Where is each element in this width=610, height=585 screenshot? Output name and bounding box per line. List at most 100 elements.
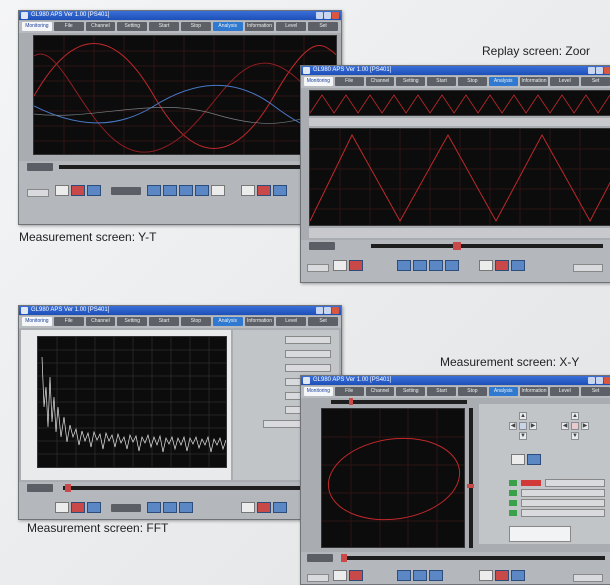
close-icon[interactable] bbox=[332, 12, 339, 19]
menu-item-analysis[interactable]: Analysis bbox=[212, 22, 243, 31]
menu-item-stop[interactable]: Stop bbox=[180, 22, 211, 31]
zoom-time-scrollbar[interactable] bbox=[371, 244, 603, 248]
menu-item-setting[interactable]: Setting bbox=[117, 317, 148, 326]
xy-display-mode[interactable] bbox=[307, 574, 329, 582]
zoom-apply-button[interactable] bbox=[573, 264, 603, 272]
xy-channel-row-2[interactable] bbox=[521, 489, 605, 497]
menu-item-file[interactable]: File bbox=[53, 22, 84, 31]
print-icon[interactable] bbox=[241, 502, 255, 513]
menu-item-information[interactable]: Information bbox=[244, 22, 275, 31]
title-bar[interactable]: GL980 APS Ver 1.00 [PS401] bbox=[19, 306, 341, 315]
menu-item-channel[interactable]: Channel bbox=[365, 77, 395, 86]
arrow-right-icon[interactable]: ▶ bbox=[581, 422, 589, 430]
menu-item-analysis[interactable]: Analysis bbox=[488, 387, 518, 396]
zoom-icon[interactable] bbox=[87, 502, 101, 513]
menu-item-level[interactable]: Level bbox=[276, 317, 307, 326]
fft-icon[interactable] bbox=[429, 260, 443, 271]
menu-item-stop[interactable]: Stop bbox=[457, 77, 487, 86]
stop-icon[interactable] bbox=[349, 260, 363, 271]
arrow-down-icon[interactable]: ▼ bbox=[571, 432, 579, 440]
maximize-icon[interactable] bbox=[324, 307, 331, 314]
center-icon[interactable] bbox=[571, 422, 579, 430]
arrow-down-icon[interactable]: ▼ bbox=[519, 432, 527, 440]
menu-item-level[interactable]: Level bbox=[550, 77, 580, 86]
menu-item-monitoring[interactable]: Monitoring bbox=[22, 317, 52, 326]
channel-red-cell[interactable] bbox=[521, 480, 541, 486]
close-icon[interactable] bbox=[604, 67, 610, 74]
xy-pen-button[interactable] bbox=[307, 554, 333, 562]
menu-item-monitoring[interactable]: Monitoring bbox=[304, 77, 333, 86]
fft-setting-3[interactable] bbox=[285, 364, 331, 372]
menu-item-stop[interactable]: Stop bbox=[457, 387, 487, 396]
menu-item-set[interactable]: Set bbox=[581, 77, 610, 86]
print-icon[interactable] bbox=[479, 570, 493, 581]
settings-icon[interactable] bbox=[273, 185, 287, 196]
fft-time-scrollbar[interactable] bbox=[63, 486, 329, 490]
maximize-icon[interactable] bbox=[596, 67, 603, 74]
xy-top-marker[interactable] bbox=[349, 398, 353, 405]
play-icon[interactable] bbox=[55, 502, 69, 513]
menu-item-file[interactable]: File bbox=[334, 387, 364, 396]
title-bar[interactable]: GL980 APS Ver 1.00 [PS401] bbox=[301, 376, 610, 385]
arrow-left-icon[interactable]: ◀ bbox=[509, 422, 517, 430]
fft-plot-area[interactable] bbox=[37, 336, 227, 468]
stop-icon[interactable] bbox=[71, 185, 85, 196]
grid-icon[interactable] bbox=[511, 454, 525, 465]
stop-icon[interactable] bbox=[349, 570, 363, 581]
alarm-icon[interactable] bbox=[495, 260, 509, 271]
xy-time-scrollbar[interactable] bbox=[341, 556, 605, 560]
xy-channel-row-4[interactable] bbox=[521, 509, 605, 517]
fft-pen-button[interactable] bbox=[27, 484, 53, 492]
zoom-icon[interactable] bbox=[87, 185, 101, 196]
stop-icon[interactable] bbox=[71, 502, 85, 513]
settings-icon[interactable] bbox=[511, 260, 525, 271]
menu-item-analysis[interactable]: Analysis bbox=[488, 77, 518, 86]
cursor-icon[interactable] bbox=[147, 185, 161, 196]
cursor-icon[interactable] bbox=[147, 502, 161, 513]
menu-item-setting[interactable]: Setting bbox=[117, 22, 148, 31]
xy-plot-area[interactable] bbox=[321, 408, 465, 548]
fft-icon[interactable] bbox=[429, 570, 443, 581]
zoom-display-mode[interactable] bbox=[307, 264, 329, 272]
stats-icon[interactable] bbox=[211, 185, 225, 196]
fft-setting-2[interactable] bbox=[285, 350, 331, 358]
menu-item-file[interactable]: File bbox=[53, 317, 84, 326]
menu-item-setting[interactable]: Setting bbox=[396, 77, 426, 86]
yt-run-button[interactable] bbox=[111, 187, 141, 195]
menu-item-start[interactable]: Start bbox=[427, 77, 456, 86]
fft-setting-1[interactable] bbox=[285, 336, 331, 344]
arrow-left-icon[interactable]: ◀ bbox=[561, 422, 569, 430]
close-icon[interactable] bbox=[332, 307, 339, 314]
chart-icon[interactable] bbox=[163, 185, 177, 196]
alarm-icon[interactable] bbox=[257, 502, 271, 513]
menu-item-file[interactable]: File bbox=[334, 77, 364, 86]
menu-item-set[interactable]: Set bbox=[308, 22, 338, 31]
xy-channel-row-3[interactable] bbox=[521, 499, 605, 507]
menu-item-information[interactable]: Information bbox=[519, 387, 549, 396]
fft-icon[interactable] bbox=[179, 502, 193, 513]
xy-icon[interactable] bbox=[527, 454, 541, 465]
settings-icon[interactable] bbox=[511, 570, 525, 581]
menu-item-information[interactable]: Information bbox=[244, 317, 275, 326]
menu-item-level[interactable]: Level bbox=[550, 387, 580, 396]
play-icon[interactable] bbox=[333, 570, 347, 581]
minimize-icon[interactable] bbox=[588, 377, 595, 384]
menu-item-start[interactable]: Start bbox=[427, 387, 456, 396]
cursor-icon[interactable] bbox=[397, 570, 411, 581]
minimize-icon[interactable] bbox=[316, 307, 323, 314]
arrow-right-icon[interactable]: ▶ bbox=[529, 422, 537, 430]
menu-item-set[interactable]: Set bbox=[581, 387, 610, 396]
yt-plot-area[interactable] bbox=[33, 35, 337, 155]
yt-pen-button[interactable] bbox=[27, 163, 53, 171]
zoom-pen-button[interactable] bbox=[309, 242, 335, 250]
xy-range-marker[interactable] bbox=[341, 554, 347, 562]
menu-item-channel[interactable]: Channel bbox=[85, 22, 116, 31]
fft-icon[interactable] bbox=[179, 185, 193, 196]
menu-item-setting[interactable]: Setting bbox=[396, 387, 426, 396]
zoom-range-marker[interactable] bbox=[453, 242, 461, 250]
maximize-icon[interactable] bbox=[324, 12, 331, 19]
xy-apply-button[interactable] bbox=[573, 574, 603, 582]
minimize-icon[interactable] bbox=[316, 12, 323, 19]
chart-icon[interactable] bbox=[163, 502, 177, 513]
print-icon[interactable] bbox=[479, 260, 493, 271]
